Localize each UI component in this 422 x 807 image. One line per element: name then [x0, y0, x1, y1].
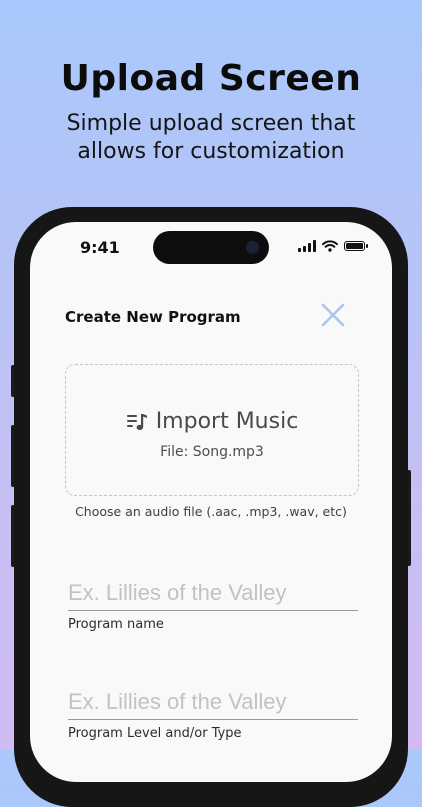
dynamic-island — [153, 231, 269, 264]
program-level-input[interactable] — [68, 689, 358, 720]
program-name-input[interactable] — [68, 580, 358, 611]
selected-file-label: File: Song.mp3 — [160, 444, 264, 460]
status-time: 9:41 — [80, 238, 120, 257]
program-level-label: Program Level and/or Type — [68, 726, 242, 741]
program-name-label: Program name — [68, 617, 164, 632]
close-button[interactable] — [318, 300, 348, 330]
promo-headline: Upload Screen — [60, 58, 362, 99]
page-title: Create New Program — [65, 308, 241, 326]
battery-icon — [344, 241, 368, 251]
import-music-row: Import Music — [66, 409, 358, 434]
audio-file-hint: Choose an audio file (.aac, .mp3, .wav, … — [75, 504, 347, 519]
import-music-dropzone[interactable]: Import Music File: Song.mp3 — [65, 364, 359, 496]
signal-icon — [298, 240, 316, 252]
wifi-icon — [322, 240, 338, 252]
program-level-field: Program Level and/or Type — [68, 689, 358, 741]
phone-screen: 9:41 Create New Program Import Music Fil… — [30, 222, 392, 782]
close-icon — [321, 303, 345, 327]
import-music-label: Import Music — [155, 409, 299, 434]
promo-subline-line-2: allows for customization — [77, 139, 345, 164]
status-icons — [298, 239, 368, 253]
promo-subline-line-1: Simple upload screen that — [66, 111, 356, 136]
front-camera — [246, 241, 259, 254]
program-name-field: Program name — [68, 580, 358, 632]
promo-subline: Simple upload screen that allows for cus… — [0, 110, 422, 166]
music-list-icon — [126, 413, 147, 430]
battery-fill — [346, 243, 363, 249]
